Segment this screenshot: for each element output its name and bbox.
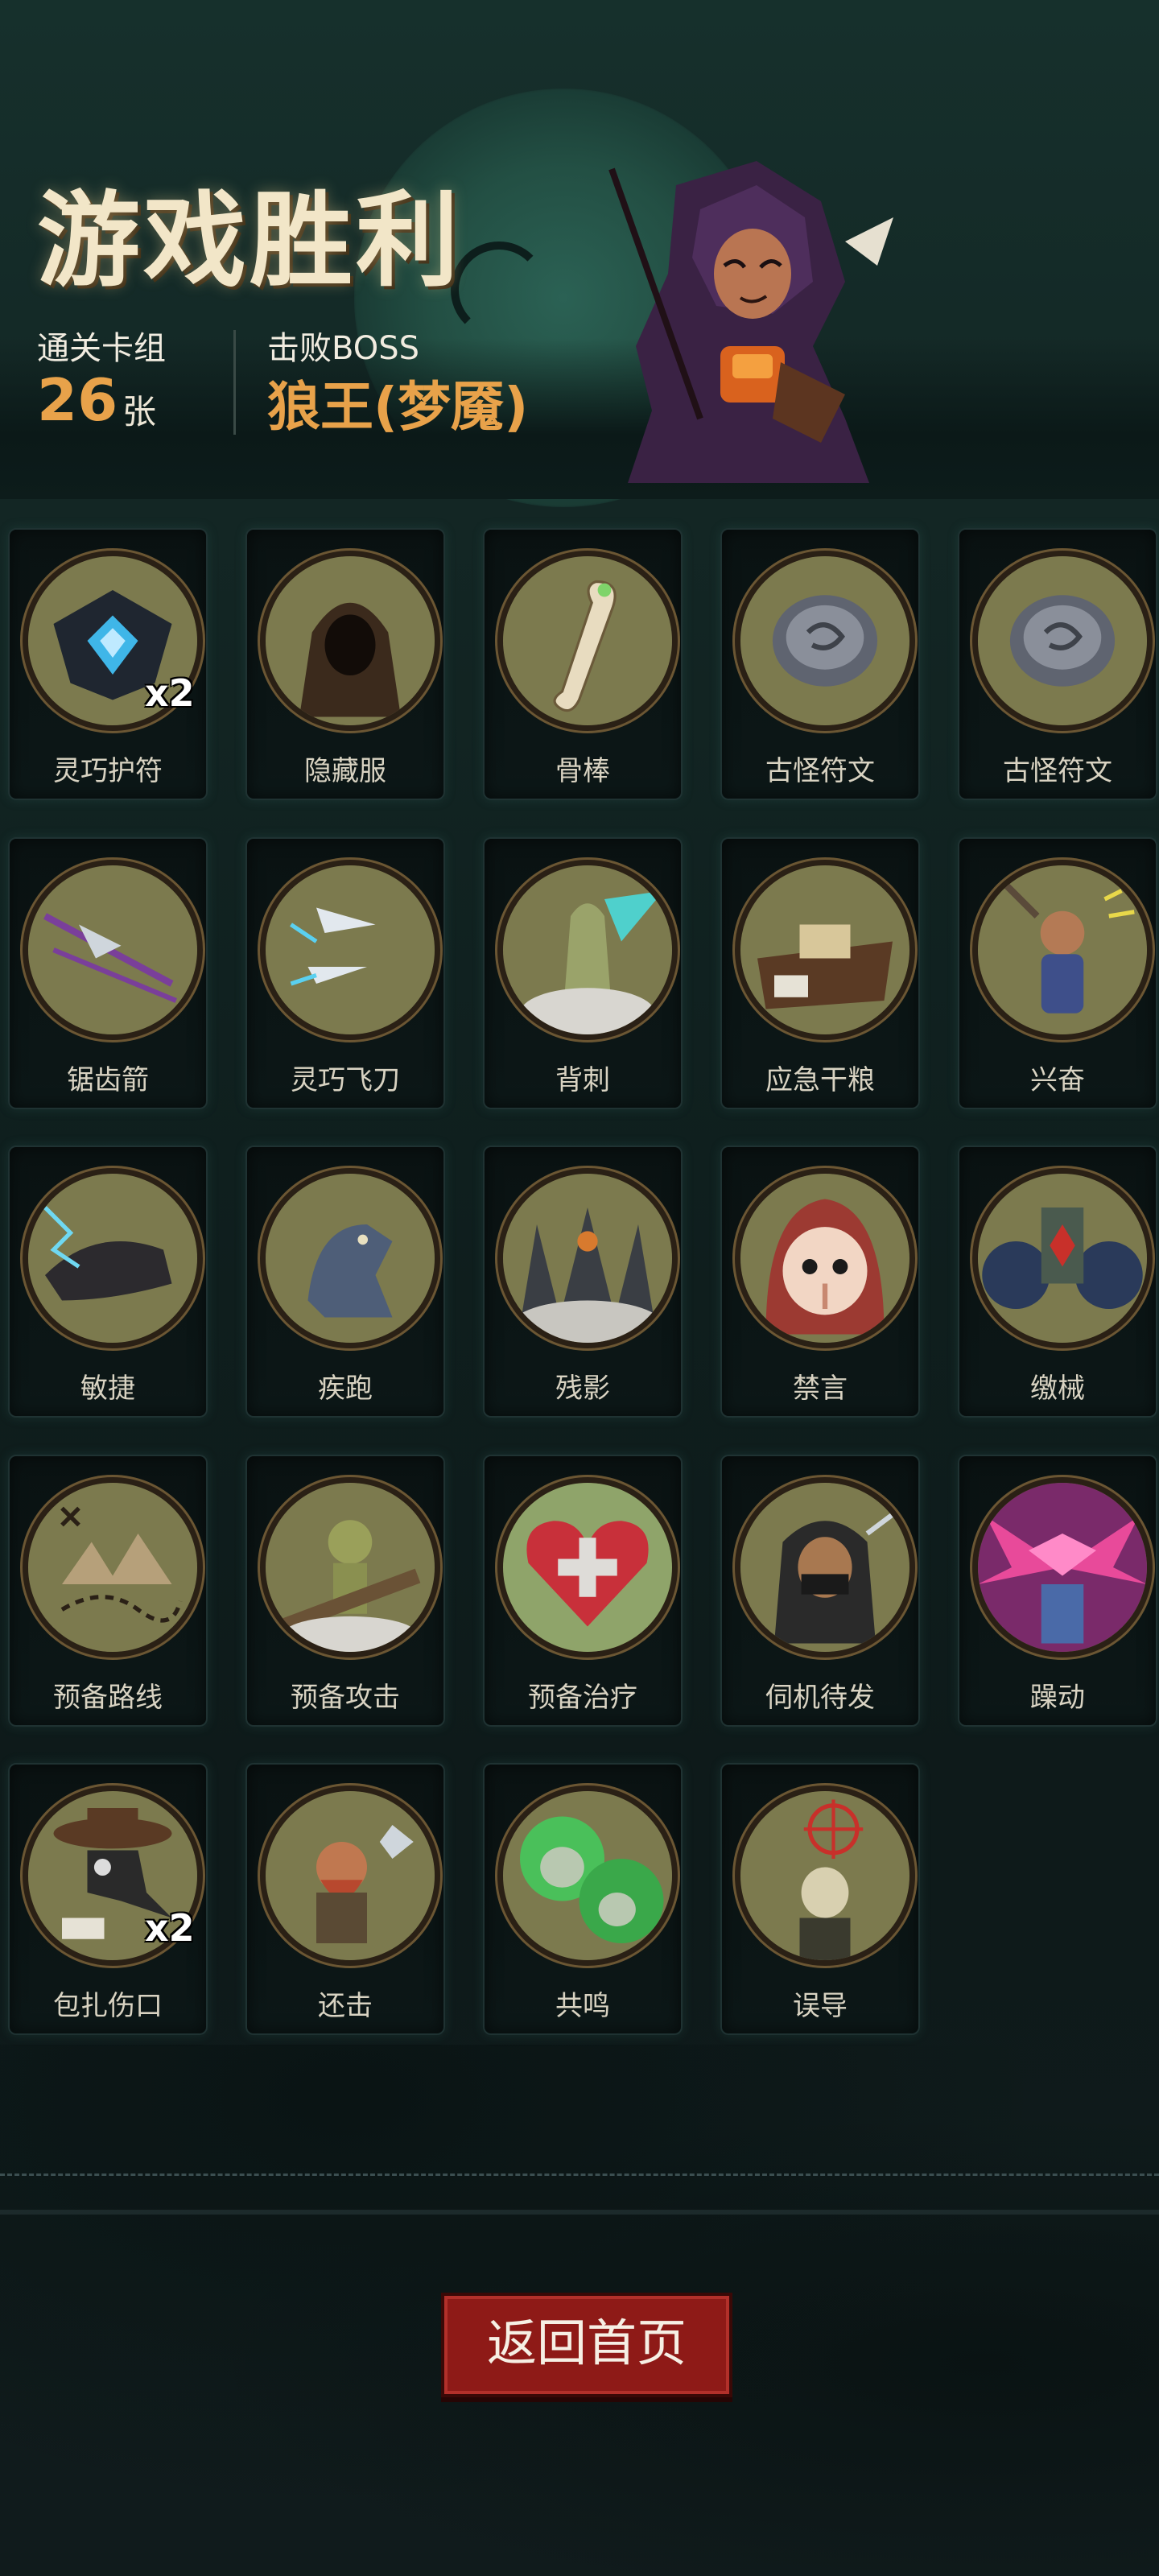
card-name: 锯齿箭 bbox=[67, 1064, 149, 1096]
card-count-badge: x2 bbox=[145, 671, 195, 715]
flying-knives-icon bbox=[260, 860, 440, 1040]
grey-rune-stone-icon bbox=[735, 551, 915, 731]
counter-dwarf-icon bbox=[260, 1785, 440, 1966]
background-swirl bbox=[451, 242, 547, 338]
reward-card[interactable]: 锯齿箭 bbox=[8, 837, 208, 1109]
frenzy-icon bbox=[972, 1477, 1153, 1657]
card-name: 预备攻击 bbox=[291, 1682, 400, 1714]
card-name: 包扎伤口 bbox=[53, 1990, 163, 2022]
reward-card[interactable]: 禁言 bbox=[720, 1146, 920, 1418]
card-name: 灵巧飞刀 bbox=[291, 1064, 400, 1096]
card-name: 应急干粮 bbox=[765, 1064, 875, 1096]
reward-card[interactable]: 缴械 bbox=[958, 1146, 1157, 1418]
skull-swarm-icon bbox=[497, 1785, 678, 1966]
reward-card[interactable]: 兴奋 bbox=[958, 837, 1157, 1109]
reward-card[interactable]: 残影 bbox=[483, 1146, 683, 1418]
reward-card[interactable]: 预备路线 bbox=[8, 1455, 208, 1727]
reward-card[interactable]: 敏捷 bbox=[8, 1146, 208, 1418]
card-name: 禁言 bbox=[793, 1373, 848, 1405]
card-name: 古怪符文 bbox=[1003, 755, 1112, 787]
running-wolf-icon bbox=[260, 1168, 440, 1348]
ground-divider bbox=[0, 2210, 1159, 2215]
ration-bag-icon bbox=[735, 860, 915, 1040]
card-name: 兴奋 bbox=[1030, 1064, 1085, 1096]
reward-card[interactable]: 应急干粮 bbox=[720, 837, 920, 1109]
card-name: 疾跑 bbox=[318, 1373, 373, 1405]
bone-club-icon bbox=[497, 551, 678, 731]
panther-icon bbox=[23, 1168, 203, 1348]
card-name: 还击 bbox=[318, 1990, 373, 2022]
card-name: 预备治疗 bbox=[528, 1682, 637, 1714]
reward-card[interactable]: 隐藏服 bbox=[245, 528, 445, 800]
reward-card[interactable]: 共鸣 bbox=[483, 1763, 683, 2035]
afterimage-icon bbox=[497, 1168, 678, 1348]
card-name: 缴械 bbox=[1030, 1373, 1085, 1405]
hooded-archer-hero-illustration bbox=[580, 153, 918, 491]
cleared-deck-label: 通关卡组 bbox=[37, 330, 166, 367]
card-name: 古怪符文 bbox=[765, 755, 875, 787]
reward-card[interactable]: x2 灵巧护符 bbox=[8, 528, 208, 800]
dashed-divider bbox=[0, 2174, 1159, 2176]
goblin-strike-icon bbox=[260, 1477, 440, 1657]
cleared-deck-unit: 张 bbox=[122, 392, 157, 431]
disarm-icon bbox=[972, 1168, 1153, 1348]
card-name: 躁动 bbox=[1030, 1682, 1085, 1714]
reward-card[interactable]: 预备攻击 bbox=[245, 1455, 445, 1727]
cleared-deck-count: 26 bbox=[37, 366, 118, 434]
hooded-cloak-icon bbox=[260, 551, 440, 731]
card-name: 灵巧护符 bbox=[53, 755, 163, 787]
reward-card[interactable]: 躁动 bbox=[958, 1455, 1157, 1727]
excited-dwarf-icon bbox=[972, 860, 1153, 1040]
card-name: 背刺 bbox=[555, 1064, 610, 1096]
card-name: 伺机待发 bbox=[765, 1682, 875, 1714]
grey-rune-stone-icon bbox=[972, 551, 1153, 731]
card-name: 共鸣 bbox=[555, 1990, 610, 2022]
return-home-button[interactable]: 返回首页 bbox=[441, 2293, 732, 2397]
serrated-arrow-icon bbox=[23, 860, 203, 1040]
reward-card[interactable]: 背刺 bbox=[483, 837, 683, 1109]
reward-card[interactable]: 古怪符文 bbox=[958, 528, 1157, 800]
card-name: 骨棒 bbox=[555, 755, 610, 787]
reward-card[interactable]: 还击 bbox=[245, 1763, 445, 2035]
card-name: 预备路线 bbox=[53, 1682, 163, 1714]
reward-card[interactable]: 骨棒 bbox=[483, 528, 683, 800]
stat-divider bbox=[233, 330, 236, 435]
reward-card[interactable]: 古怪符文 bbox=[720, 528, 920, 800]
masked-rogue-icon bbox=[735, 1477, 915, 1657]
card-count-badge: x2 bbox=[145, 1906, 195, 1950]
card-name: 隐藏服 bbox=[304, 755, 386, 787]
card-name: 敏捷 bbox=[80, 1373, 135, 1405]
silence-hood-icon bbox=[735, 1168, 915, 1348]
reward-card[interactable]: 误导 bbox=[720, 1763, 920, 2035]
heart-cross-icon bbox=[497, 1477, 678, 1657]
card-name: 残影 bbox=[555, 1373, 610, 1405]
card-name: 误导 bbox=[793, 1990, 848, 2022]
reward-card[interactable]: x2 包扎伤口 bbox=[8, 1763, 208, 2035]
boss-label: 击败BOSS bbox=[267, 330, 420, 367]
reward-card[interactable]: 灵巧飞刀 bbox=[245, 837, 445, 1109]
treasure-map-icon bbox=[23, 1477, 203, 1657]
reward-card[interactable]: 疾跑 bbox=[245, 1146, 445, 1418]
boss-name: 狼王(梦魇) bbox=[267, 376, 529, 438]
reward-card[interactable]: 预备治疗 bbox=[483, 1455, 683, 1727]
skeleton-target-icon bbox=[735, 1785, 915, 1966]
victory-title: 游戏胜利 bbox=[37, 180, 463, 301]
backstab-icon bbox=[497, 860, 678, 1040]
reward-card[interactable]: 伺机待发 bbox=[720, 1455, 920, 1727]
